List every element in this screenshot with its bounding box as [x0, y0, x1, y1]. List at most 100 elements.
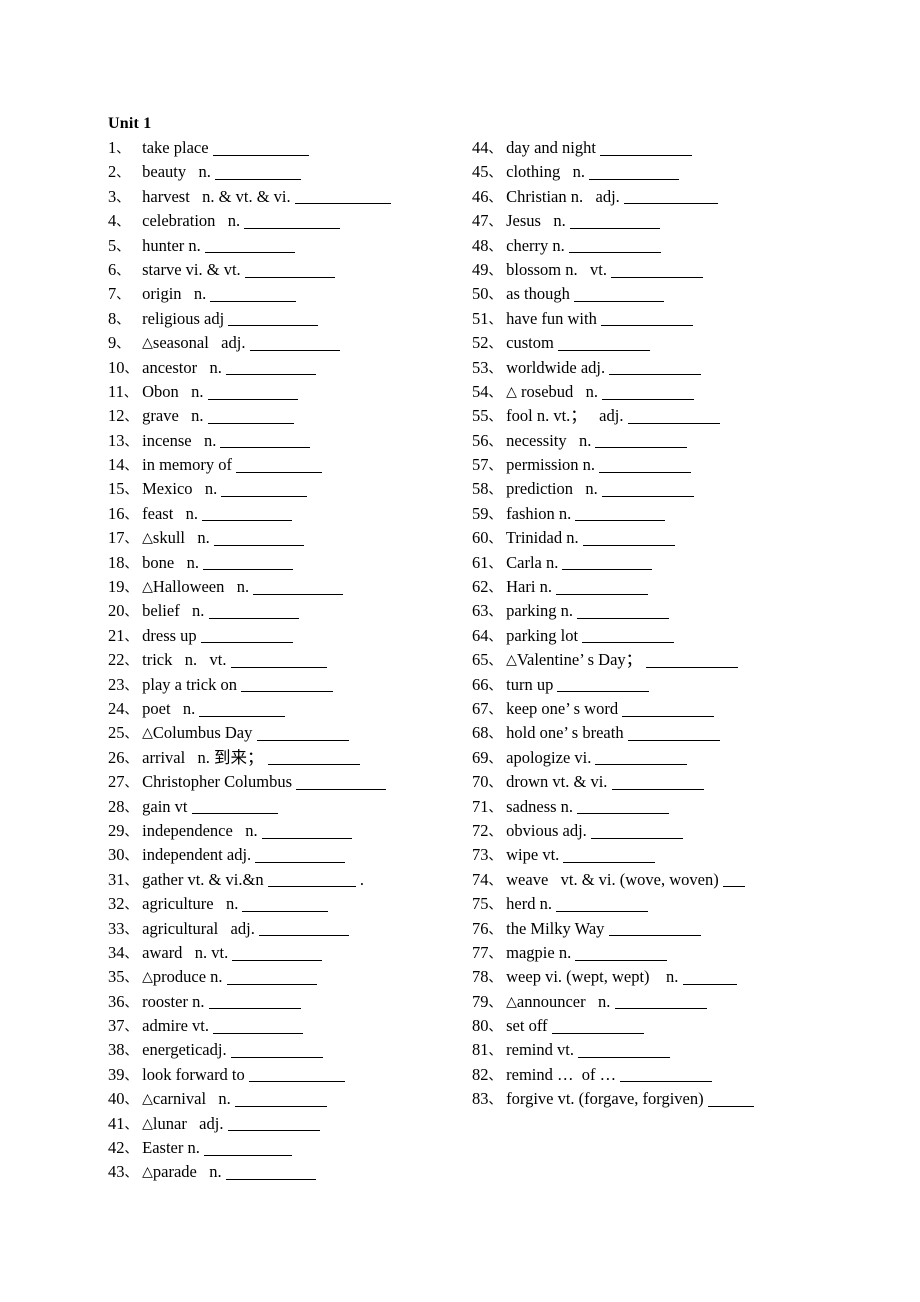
answer-blank[interactable]: [261, 822, 352, 839]
answer-blank[interactable]: [234, 1091, 327, 1107]
answer-blank[interactable]: [646, 652, 739, 668]
answer-blank[interactable]: [620, 1066, 713, 1083]
entry-number: 22、: [108, 650, 138, 670]
enumeration-mark: 、: [124, 507, 138, 523]
answer-blank[interactable]: [232, 944, 323, 961]
worksheet-page: Unit 1 1、 take place 2、 beauty n. 3、 har…: [0, 0, 920, 1302]
answer-blank[interactable]: [191, 798, 278, 815]
answer-blank[interactable]: [611, 261, 704, 278]
answer-blank[interactable]: [214, 164, 301, 181]
answer-blank[interactable]: [575, 505, 666, 522]
answer-blank[interactable]: [212, 139, 309, 156]
answer-blank[interactable]: [601, 481, 694, 498]
answer-blank[interactable]: [568, 237, 661, 254]
answer-blank[interactable]: [623, 188, 718, 205]
answer-blank[interactable]: [267, 749, 360, 766]
answer-blank[interactable]: [207, 383, 298, 400]
answer-blank[interactable]: [627, 725, 720, 741]
answer-blank[interactable]: [551, 1018, 644, 1034]
entry-number: 28、: [108, 796, 138, 816]
answer-blank[interactable]: [199, 700, 286, 717]
answer-blank[interactable]: [557, 676, 650, 693]
vocabulary-entry: 25、 △Columbus Day: [108, 721, 458, 745]
answer-blank[interactable]: [577, 603, 670, 620]
answer-blank[interactable]: [221, 481, 308, 498]
answer-blank[interactable]: [227, 1115, 320, 1132]
vocabulary-entry: 62、 Hari n.: [472, 575, 812, 599]
answer-blank[interactable]: [256, 725, 349, 741]
answer-blank[interactable]: [203, 554, 294, 571]
answer-blank[interactable]: [602, 383, 695, 400]
answer-blank[interactable]: [569, 213, 660, 229]
answer-blank[interactable]: [228, 310, 319, 327]
answer-blank[interactable]: [582, 530, 675, 546]
entry-term: obvious adj.: [506, 820, 587, 840]
answer-blank[interactable]: [600, 139, 693, 156]
vocabulary-entry: 10、 ancestor n.: [108, 356, 458, 380]
vocabulary-entry: 61、 Carla n.: [472, 551, 812, 575]
entry-term: Columbus Day: [152, 723, 253, 743]
answer-blank[interactable]: [557, 335, 650, 351]
answer-blank[interactable]: [236, 457, 323, 473]
answer-blank[interactable]: [242, 896, 329, 912]
answer-blank[interactable]: [707, 1091, 754, 1107]
answer-blank[interactable]: [226, 969, 317, 985]
answer-blank[interactable]: [562, 554, 653, 571]
answer-blank[interactable]: [296, 774, 387, 790]
answer-blank[interactable]: [204, 237, 295, 254]
answer-blank[interactable]: [608, 920, 701, 937]
answer-blank[interactable]: [258, 920, 349, 937]
answer-blank[interactable]: [255, 847, 346, 863]
answer-blank[interactable]: [595, 432, 688, 449]
answer-blank[interactable]: [578, 1042, 671, 1059]
answer-blank[interactable]: [241, 676, 334, 693]
answer-blank[interactable]: [575, 944, 668, 961]
answer-blank[interactable]: [682, 969, 737, 985]
answer-blank[interactable]: [722, 871, 745, 888]
answer-blank[interactable]: [244, 261, 335, 278]
answer-blank[interactable]: [614, 993, 707, 1010]
vocabulary-entry: 35、 △produce n.: [108, 965, 458, 989]
answer-blank[interactable]: [225, 1164, 316, 1181]
enumeration-mark: 、: [488, 629, 502, 645]
answer-blank[interactable]: [556, 578, 649, 595]
answer-blank[interactable]: [622, 700, 715, 717]
answer-blank[interactable]: [220, 432, 311, 449]
answer-blank[interactable]: [611, 774, 704, 790]
answer-blank[interactable]: [253, 578, 344, 595]
entry-number: 68、: [472, 723, 502, 743]
answer-blank[interactable]: [600, 310, 693, 327]
answer-blank[interactable]: [573, 286, 664, 302]
answer-blank[interactable]: [556, 896, 649, 912]
answer-blank[interactable]: [210, 286, 297, 302]
answer-blank[interactable]: [294, 188, 391, 205]
answer-blank[interactable]: [609, 359, 702, 376]
answer-blank[interactable]: [207, 408, 294, 424]
answer-blank[interactable]: [577, 798, 670, 815]
answer-blank[interactable]: [202, 505, 293, 522]
answer-blank[interactable]: [213, 1018, 304, 1034]
answer-blank[interactable]: [203, 1139, 292, 1156]
answer-blank[interactable]: [230, 1042, 323, 1059]
answer-blank[interactable]: [208, 993, 301, 1010]
enumeration-mark: 、: [488, 581, 502, 597]
answer-blank[interactable]: [225, 359, 316, 376]
answer-blank[interactable]: [200, 627, 293, 644]
answer-blank[interactable]: [249, 335, 340, 351]
enumeration-mark: 、: [116, 239, 130, 255]
enumeration-mark: 、: [124, 629, 138, 645]
answer-blank[interactable]: [244, 213, 341, 229]
answer-blank[interactable]: [563, 847, 656, 863]
answer-blank[interactable]: [582, 627, 675, 644]
answer-blank[interactable]: [589, 164, 680, 181]
answer-blank[interactable]: [213, 530, 304, 546]
answer-blank[interactable]: [248, 1066, 345, 1083]
answer-blank[interactable]: [595, 749, 688, 766]
answer-blank[interactable]: [267, 871, 356, 888]
answer-blank[interactable]: [208, 603, 299, 620]
entry-number: 72、: [472, 820, 502, 840]
answer-blank[interactable]: [590, 822, 683, 839]
answer-blank[interactable]: [627, 408, 720, 424]
answer-blank[interactable]: [230, 652, 327, 668]
answer-blank[interactable]: [599, 457, 692, 473]
